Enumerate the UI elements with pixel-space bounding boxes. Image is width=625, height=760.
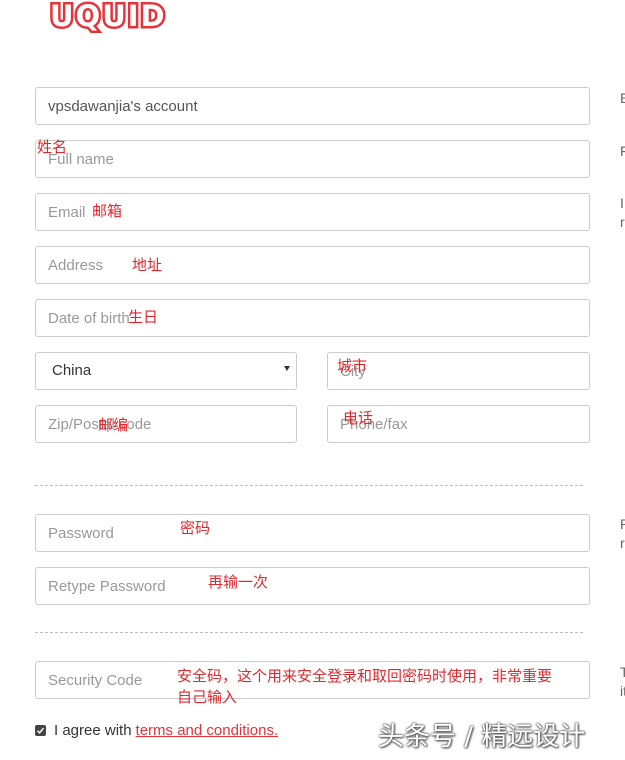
chevron-down-icon xyxy=(284,366,290,371)
account-field[interactable] xyxy=(35,87,590,125)
watermark: 头条号 / 精远设计 xyxy=(378,722,586,752)
full-name-input[interactable] xyxy=(48,141,579,177)
agree-checkbox[interactable] xyxy=(35,725,46,736)
side-hint-security-2: it xyxy=(620,683,625,699)
annotation-password: 密码 xyxy=(180,519,211,537)
annotation-retype: 再输一次 xyxy=(208,573,269,591)
annotation-dob: 生日 xyxy=(128,308,159,326)
side-hint-password-1: P xyxy=(620,516,625,532)
retype-password-field[interactable] xyxy=(35,567,590,605)
annotation-full-name: 姓名 xyxy=(37,138,68,156)
country-selected-value: China xyxy=(52,362,92,379)
zip-field[interactable] xyxy=(35,405,297,443)
check-icon xyxy=(36,727,45,734)
uquid-logo: UQUID xyxy=(48,0,168,33)
side-hint-security-1: T xyxy=(620,664,625,680)
annotation-email: 邮箱 xyxy=(92,202,123,220)
account-input[interactable] xyxy=(48,88,579,124)
annotation-zip: 邮编 xyxy=(98,416,129,434)
annotation-phone: 电话 xyxy=(343,409,374,427)
section-divider xyxy=(35,632,583,633)
full-name-field[interactable] xyxy=(35,140,590,178)
terms-link[interactable]: terms and conditions. xyxy=(136,722,279,739)
zip-input[interactable] xyxy=(48,406,286,442)
phone-input[interactable] xyxy=(340,406,579,442)
retype-password-input[interactable] xyxy=(48,568,579,604)
email-input[interactable] xyxy=(48,194,579,230)
annotation-security-line2: 自己输入 xyxy=(177,688,238,706)
annotation-city: 城市 xyxy=(337,357,368,375)
side-hint-password-2: r xyxy=(620,535,625,551)
section-divider xyxy=(35,485,583,486)
password-input[interactable] xyxy=(48,515,579,551)
side-hint-account: E xyxy=(620,90,625,106)
password-field[interactable] xyxy=(35,514,590,552)
side-hint-email-1: I xyxy=(620,195,624,211)
address-input[interactable] xyxy=(48,247,579,283)
dob-field[interactable] xyxy=(35,299,590,337)
annotation-address: 地址 xyxy=(132,256,163,274)
city-input[interactable] xyxy=(340,353,579,389)
country-select[interactable]: China xyxy=(35,352,297,390)
annotation-security-line1: 安全码，这个用来安全登录和取回密码时使用，非常重要 xyxy=(177,667,553,685)
address-field[interactable] xyxy=(35,246,590,284)
agree-label: I agree with xyxy=(54,722,132,739)
side-hint-full-name: F xyxy=(620,143,625,159)
side-hint-email-2: r xyxy=(620,214,625,230)
agree-row: I agree with terms and conditions. xyxy=(35,722,278,739)
